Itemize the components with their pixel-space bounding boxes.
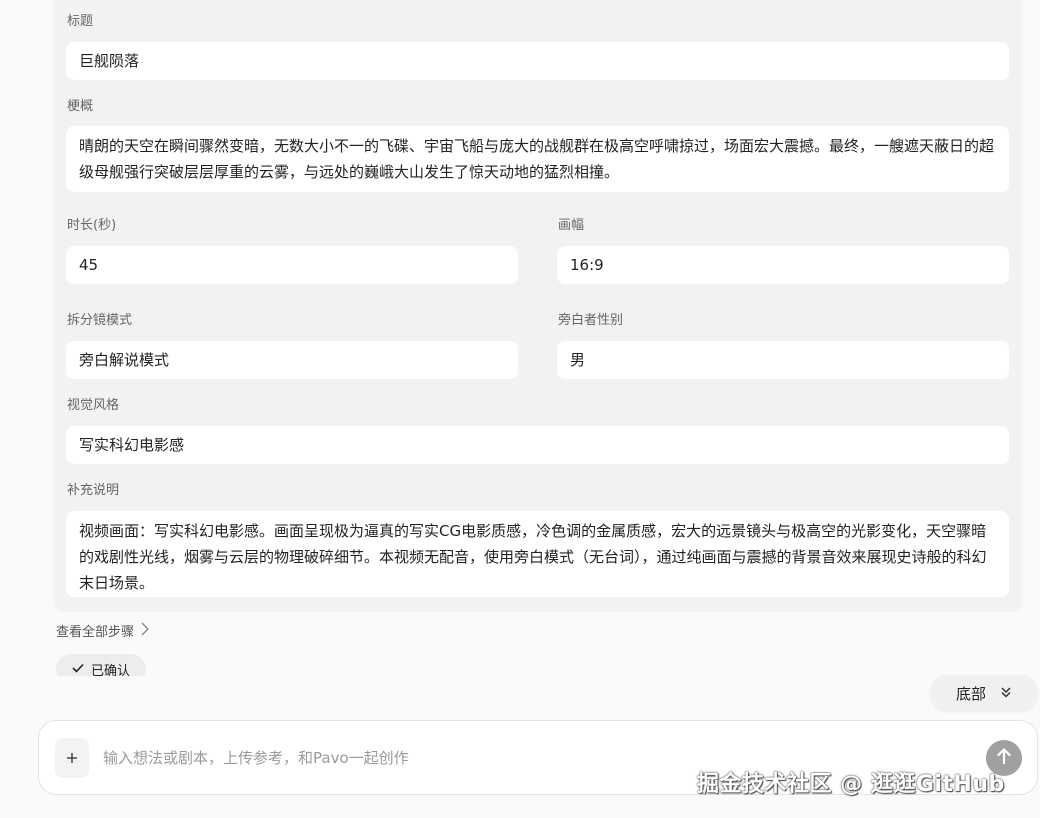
aspect-field[interactable]: 16:9 [557,246,1009,284]
scroll-fade [0,676,1040,718]
split-mode-field[interactable]: 旁白解说模式 [66,341,518,379]
attach-button[interactable] [55,738,89,778]
chevron-right-icon [140,622,150,640]
narrator-gender-label: 旁白者性别 [558,313,624,328]
title-field[interactable]: 巨舰陨落 [66,42,1009,80]
scroll-to-bottom-button[interactable]: 底部 [930,675,1038,711]
watermark-text: 掘金技术社区 @ 逛逛GitHub [697,772,1005,797]
bottom-label: 底部 [955,684,986,703]
synopsis-label: 梗概 [67,99,94,114]
double-chevron-down-icon [1000,684,1012,702]
view-all-steps-link[interactable]: 查看全部步骤 [56,621,150,640]
duration-field[interactable]: 45 [66,246,518,284]
plus-icon [66,748,78,769]
title-label: 标题 [67,14,94,29]
aspect-label: 画幅 [558,218,585,233]
split-mode-label: 拆分镜模式 [67,313,133,328]
page: 标题 巨舰陨落 梗概 晴朗的天空在瞬间骤然变暗，无数大小不一的飞碟、宇宙飞船与庞… [0,0,1040,818]
notes-field[interactable]: 视频画面：写实科幻电影感。画面呈现极为逼真的写实CG电影质感，冷色调的金属质感，… [66,511,1009,597]
script-form-card: 标题 巨舰陨落 梗概 晴朗的天空在瞬间骤然变暗，无数大小不一的飞碟、宇宙飞船与庞… [54,0,1022,612]
synopsis-field[interactable]: 晴朗的天空在瞬间骤然变暗，无数大小不一的飞碟、宇宙飞船与庞大的战舰群在极高空呼啸… [66,126,1009,192]
visual-style-field[interactable]: 写实科幻电影感 [66,426,1009,464]
visual-style-label: 视觉风格 [67,398,120,413]
narrator-gender-field[interactable]: 男 [557,341,1009,379]
view-all-steps-label: 查看全部步骤 [56,625,135,640]
check-icon [72,662,84,677]
notes-label: 补充说明 [67,483,120,498]
duration-label: 时长(秒) [67,218,117,233]
